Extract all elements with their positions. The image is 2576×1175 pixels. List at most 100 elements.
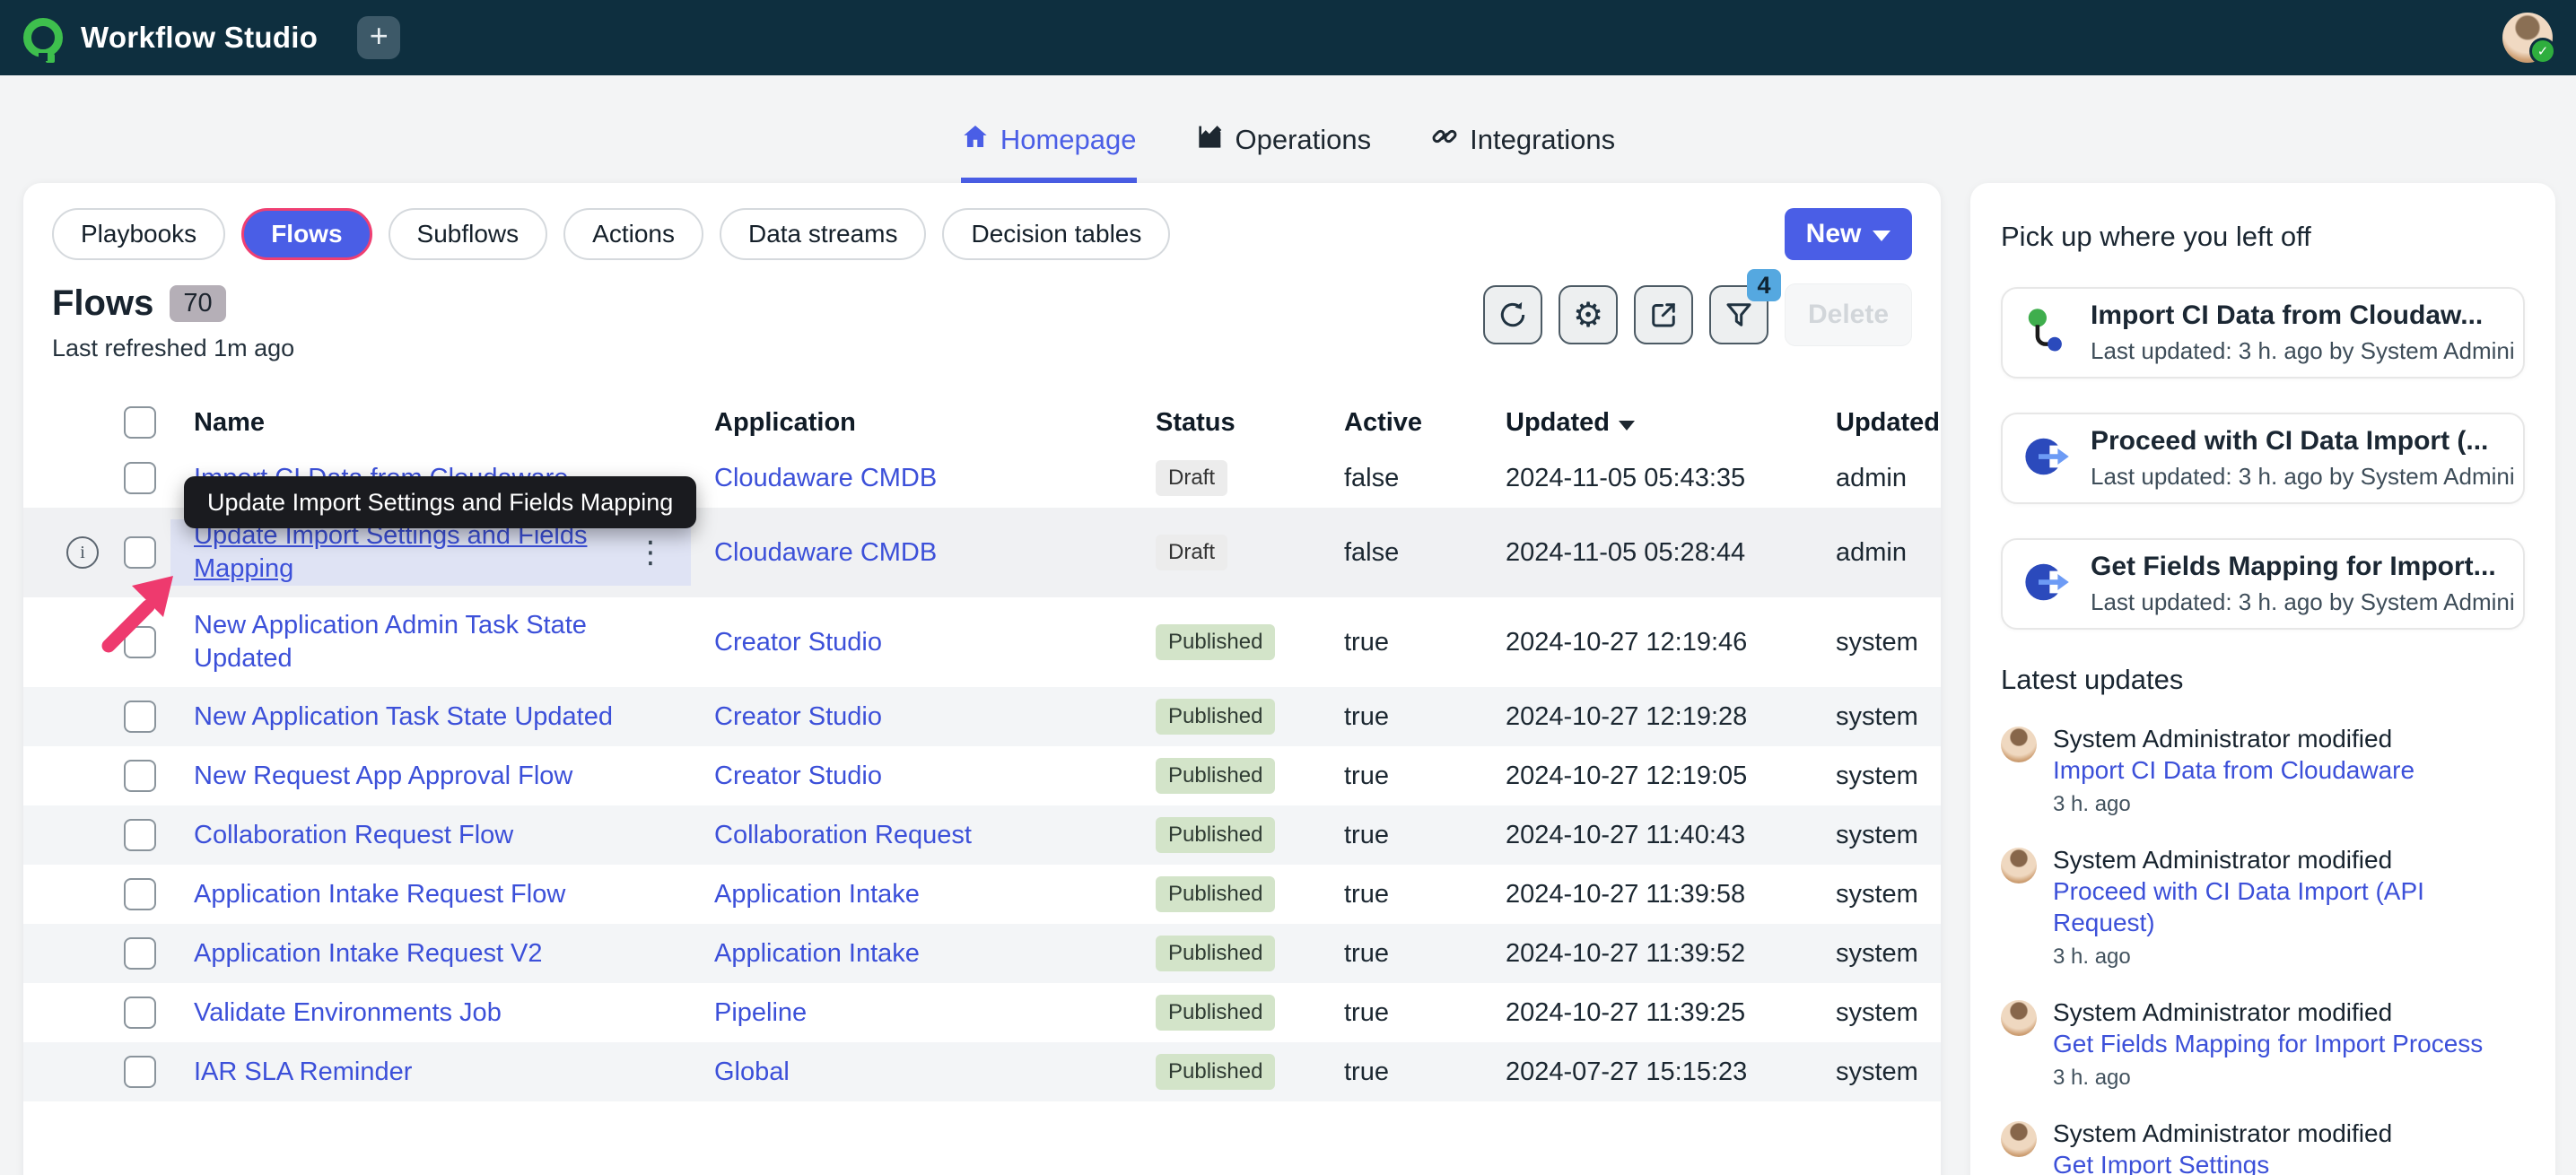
tab-label: Integrations [1470,124,1616,155]
application-link[interactable]: Creator Studio [714,762,882,790]
pickup-card[interactable]: Proceed with CI Data Import (... Last upd… [2001,413,2525,504]
table-header-row: Name Application Status Active Updated U… [23,396,1941,448]
row-checkbox[interactable] [124,819,156,851]
tab-operations[interactable]: Operations [1196,122,1371,183]
row-checkbox[interactable] [124,760,156,792]
row-checkbox[interactable] [124,878,156,910]
tab-homepage[interactable]: Homepage [960,122,1137,183]
row-checkbox[interactable] [124,462,156,494]
updated-by-cell: system [1836,627,1918,657]
column-header-name[interactable]: Name [170,408,691,438]
export-button[interactable] [1634,285,1693,344]
settings-button[interactable]: ⚙ [1559,285,1618,344]
application-link[interactable]: Pipeline [714,998,807,1027]
application-link[interactable]: Creator Studio [714,702,882,731]
pill-decision-tables[interactable]: Decision tables [942,208,1171,260]
column-header-updated[interactable]: Updated [1482,408,1812,438]
update-flow-link[interactable]: Get Import Settings [2053,1149,2392,1175]
filter-button[interactable]: 4 [1709,269,1781,344]
active-cell: true [1344,820,1389,849]
application-cell: Global [691,1058,1132,1087]
column-header-status[interactable]: Status [1132,408,1321,438]
status-badge: Published [1156,995,1276,1031]
sort-desc-icon [1619,420,1635,431]
row-checkbox[interactable] [124,536,156,569]
name-cell: Application Intake Request V2 [170,936,691,971]
application-link[interactable]: Application Intake [714,939,920,968]
flow-name-link[interactable]: Update Import Settings and Fields Mappin… [194,519,624,586]
application-link[interactable]: Creator Studio [714,628,882,657]
updated-cell: 2024-07-27 15:15:23 [1506,1057,1748,1086]
row-checkbox[interactable] [124,997,156,1029]
pickup-card[interactable]: Get Fields Mapping for Import... Last upd… [2001,538,2525,630]
pickup-card[interactable]: Import CI Data from Cloudaw... Last updat… [2001,287,2525,379]
kebab-menu-icon[interactable]: ⋮ [635,535,666,570]
status-badge: Published [1156,936,1276,971]
flow-name-link[interactable]: IAR SLA Reminder [194,1056,412,1089]
select-all-checkbox[interactable] [124,406,156,439]
table-row[interactable]: New Application Admin Task State Updated… [23,597,1941,687]
row-checkbox[interactable] [124,626,156,658]
update-flow-link[interactable]: Get Fields Mapping for Import Process [2053,1028,2483,1059]
delete-button[interactable]: Delete [1785,283,1912,346]
avatar [2001,848,2037,883]
status-cell: Published [1132,699,1321,735]
refresh-button[interactable] [1483,285,1542,344]
status-cell: Draft [1132,535,1321,570]
table-row[interactable]: Collaboration Request Flow Collaboration … [23,805,1941,865]
application-link[interactable]: Cloudaware CMDB [714,464,937,492]
tab-integrations[interactable]: Integrations [1430,122,1615,183]
pill-actions[interactable]: Actions [563,208,703,260]
status-cell: Published [1132,758,1321,794]
pill-subflows[interactable]: Subflows [388,208,548,260]
table-row[interactable]: IAR SLA Reminder Global Published true 2024-… [23,1042,1941,1101]
application-cell: Cloudaware CMDB [691,464,1132,493]
table-row[interactable]: Validate Environments Job Pipeline Publish… [23,983,1941,1042]
flow-name-link[interactable]: Application Intake Request V2 [194,937,543,970]
name-cell: Collaboration Request Flow [170,817,691,853]
new-button-label: New [1805,219,1862,248]
flow-name-link[interactable]: Collaboration Request Flow [194,819,513,852]
flow-name-link[interactable]: New Application Admin Task State Updated [194,609,624,675]
pill-data-streams[interactable]: Data streams [719,208,927,260]
flow-name-link[interactable]: New Application Task State Updated [194,701,613,734]
flow-name-link[interactable]: Validate Environments Job [194,997,502,1030]
name-cell: Validate Environments Job [170,995,691,1031]
update-flow-link[interactable]: Import CI Data from Cloudaware [2053,754,2414,786]
update-flow-link[interactable]: Proceed with CI Data Import (API Request… [2053,875,2525,938]
user-avatar[interactable]: ✓ [2502,13,2556,65]
row-checkbox[interactable] [124,1056,156,1088]
application-link[interactable]: Global [714,1058,790,1086]
application-link[interactable]: Cloudaware CMDB [714,538,937,567]
table-row[interactable]: New Application Task State Updated Creato… [23,687,1941,746]
column-header-active[interactable]: Active [1321,408,1482,438]
top-bar: Workflow Studio + ✓ [0,0,2576,75]
add-workspace-button[interactable]: + [357,16,401,59]
updated-by-cell: system [1836,820,1918,849]
table-row[interactable]: New Request App Approval Flow Creator Stu… [23,746,1941,805]
pill-playbooks[interactable]: Playbooks [52,208,226,260]
pill-flows[interactable]: Flows [241,208,372,260]
column-header-updated-by[interactable]: Updated by [1812,408,1941,438]
proceed-icon [2022,432,2071,485]
status-cell: Published [1132,876,1321,912]
application-link[interactable]: Application Intake [714,880,920,909]
status-badge: Published [1156,624,1276,660]
application-cell: Creator Studio [691,702,1132,732]
latest-updates-title: Latest updates [2001,664,2184,695]
pickup-card-subtitle: Last updated: 3 h. ago by System Adminis… [2091,588,2514,615]
active-cell: true [1344,701,1389,731]
filter-count-badge: 4 [1747,269,1781,301]
row-checkbox[interactable] [124,937,156,970]
row-checkbox[interactable] [124,701,156,733]
table-row[interactable]: Application Intake Request Flow Applicati… [23,865,1941,924]
table-row[interactable]: Application Intake Request V2 Application… [23,924,1941,983]
flow-name-link[interactable]: New Request App Approval Flow [194,760,572,793]
application-link[interactable]: Collaboration Request [714,821,972,849]
column-header-application[interactable]: Application [691,408,1132,438]
info-icon[interactable]: i [66,536,99,569]
flow-name-link[interactable]: Application Intake Request Flow [194,878,565,911]
updated-cell: 2024-10-27 11:39:25 [1506,997,1746,1027]
new-button[interactable]: New [1785,208,1912,260]
pickup-card-subtitle: Last updated: 3 h. ago by System Adminis… [2091,337,2514,364]
